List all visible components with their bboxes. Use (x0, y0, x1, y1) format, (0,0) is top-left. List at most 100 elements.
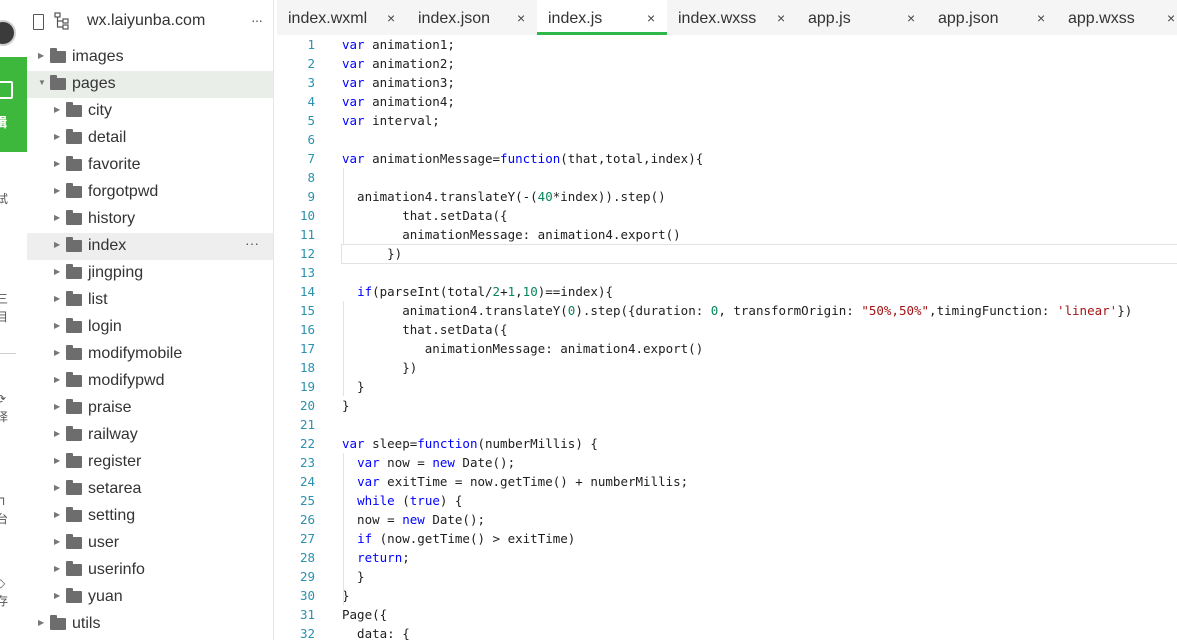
caret-right-icon[interactable]: ▶ (54, 267, 60, 276)
code-line[interactable]: 10 that.setData({ (277, 206, 1177, 225)
code-line[interactable]: 31 Page({ (277, 605, 1177, 624)
tree-item-utils[interactable]: ▶ utils (27, 611, 273, 638)
caret-right-icon[interactable]: ▶ (54, 375, 60, 384)
tree-item-history[interactable]: ▶ history (27, 206, 273, 233)
tab-index-js[interactable]: index.js × (537, 0, 667, 35)
tab-index-json[interactable]: index.json × (407, 0, 537, 35)
code-line[interactable]: 19 } (277, 377, 1177, 396)
close-icon[interactable]: × (517, 10, 525, 26)
tree-item-yuan[interactable]: ▶ yuan (27, 584, 273, 611)
code-line[interactable]: 9 animation4.translateY(-(40*index)).ste… (277, 187, 1177, 206)
code-line[interactable]: 23 var now = new Date(); (277, 453, 1177, 472)
project-button[interactable]: 三 目 (0, 254, 9, 362)
caret-right-icon[interactable]: ▶ (54, 294, 60, 303)
close-icon[interactable]: × (907, 10, 915, 26)
compile-button[interactable]: ⟳ 译 (0, 390, 8, 426)
code-line[interactable]: 7 var animationMessage=function(that,tota… (277, 149, 1177, 168)
tree-item-list[interactable]: ▶ list (27, 287, 273, 314)
caret-right-icon[interactable]: ▶ (54, 510, 60, 519)
caret-right-icon[interactable]: ▶ (54, 186, 60, 195)
tree-item-userinfo[interactable]: ▶ userinfo (27, 557, 273, 584)
code-line[interactable]: 5 var interval; (277, 111, 1177, 130)
code-line[interactable]: 6 (277, 130, 1177, 149)
tab-index-wxss[interactable]: index.wxss × (667, 0, 797, 35)
code-line[interactable]: 30} (277, 586, 1177, 605)
tree-item-setting[interactable]: ▶ setting (27, 503, 273, 530)
code-line[interactable]: 21 (277, 415, 1177, 434)
code-line[interactable]: 24 var exitTime = now.getTime() + number… (277, 472, 1177, 491)
caret-right-icon[interactable]: ▶ (54, 591, 60, 600)
code-line[interactable]: 17 animationMessage: animation4.export() (277, 339, 1177, 358)
cache-button[interactable]: ◇ 存 (0, 574, 8, 610)
code-line[interactable]: 29 } (277, 567, 1177, 586)
structure-icon[interactable] (54, 12, 70, 30)
tab-index-wxml[interactable]: index.wxml × (277, 0, 407, 35)
close-icon[interactable]: × (777, 10, 785, 26)
code-line[interactable]: 28 return; (277, 548, 1177, 567)
close-icon[interactable]: × (1167, 10, 1175, 26)
code-line[interactable]: 12 }) (277, 244, 1177, 264)
code-line[interactable]: 3 var animation3; (277, 73, 1177, 92)
edit-mode-button[interactable]: 辑 (0, 57, 27, 152)
caret-right-icon[interactable]: ▶ (38, 51, 44, 60)
tab-app-json[interactable]: app.json × (927, 0, 1057, 35)
code-line[interactable]: 13 (277, 263, 1177, 282)
tree-item-user[interactable]: ▶ user (27, 530, 273, 557)
code-line[interactable]: 26 now = new Date(); (277, 510, 1177, 529)
code-line[interactable]: 20} (277, 396, 1177, 415)
caret-right-icon[interactable]: ▶ (54, 402, 60, 411)
caret-right-icon[interactable]: ▶ (54, 321, 60, 330)
debug-button[interactable]: › 试 (0, 172, 8, 208)
code-line[interactable]: 14 if(parseInt(total/2+1,10)==index){ (277, 282, 1177, 301)
caret-right-icon[interactable]: ▶ (54, 564, 60, 573)
code-line[interactable]: 2 var animation2; (277, 54, 1177, 73)
code-line[interactable]: 8 (277, 168, 1177, 187)
tree-item-login[interactable]: ▶ login (27, 314, 273, 341)
code-line[interactable]: 27 if (now.getTime() > exitTime) (277, 529, 1177, 548)
code-line[interactable]: 18 }) (277, 358, 1177, 377)
tree-item-pages[interactable]: ▼ pages (27, 71, 273, 98)
tree-item-forgotpwd[interactable]: ▶ forgotpwd (27, 179, 273, 206)
code-line[interactable]: 32 data: { (277, 624, 1177, 643)
close-icon[interactable]: × (387, 10, 395, 26)
code-line[interactable]: 4 var animation4; (277, 92, 1177, 111)
caret-right-icon[interactable]: ▶ (54, 240, 60, 249)
tree-item-images[interactable]: ▶ images (27, 44, 273, 71)
tree-item-praise[interactable]: ▶ praise (27, 395, 273, 422)
tree-item-detail[interactable]: ▶ detail (27, 125, 273, 152)
code-line[interactable]: 16 that.setData({ (277, 320, 1177, 339)
caret-right-icon[interactable]: ▶ (38, 618, 44, 627)
caret-right-icon[interactable]: ▶ (54, 456, 60, 465)
tree-item-register[interactable]: ▶ register (27, 449, 273, 476)
code-editor[interactable]: 1 var animation1; 2 var animation2; 3 var ani… (277, 35, 1177, 643)
page-icon[interactable] (33, 14, 44, 30)
tab-app-wxss[interactable]: app.wxss × (1057, 0, 1177, 35)
code-line[interactable]: 22 var sleep=function(numberMillis) { (277, 434, 1177, 453)
more-icon[interactable]: ··· (251, 12, 263, 28)
code-line[interactable]: 25 while (true) { (277, 491, 1177, 510)
caret-right-icon[interactable]: ▶ (54, 132, 60, 141)
user-avatar[interactable] (0, 20, 16, 46)
tree-item-railway[interactable]: ▶ railway (27, 422, 273, 449)
tree-item-favorite[interactable]: ▶ favorite (27, 152, 273, 179)
caret-right-icon[interactable]: ▶ (54, 537, 60, 546)
caret-right-icon[interactable]: ▶ (54, 483, 60, 492)
caret-right-icon[interactable]: ▶ (54, 213, 60, 222)
tree-item-jingping[interactable]: ▶ jingping (27, 260, 273, 287)
caret-right-icon[interactable]: ▶ (54, 105, 60, 114)
tree-item-setarea[interactable]: ▶ setarea (27, 476, 273, 503)
tree-item-modifypwd[interactable]: ▶ modifypwd (27, 368, 273, 395)
close-icon[interactable]: × (1037, 10, 1045, 26)
tab-app-js[interactable]: app.js × (797, 0, 927, 35)
code-line[interactable]: 1 var animation1; (277, 35, 1177, 54)
tree-item-index[interactable]: ▶ index ··· (27, 233, 273, 260)
caret-right-icon[interactable]: ▶ (54, 429, 60, 438)
more-icon[interactable]: ··· (245, 235, 259, 251)
caret-right-icon[interactable]: ▶ (54, 348, 60, 357)
tree-item-city[interactable]: ▶ city (27, 98, 273, 125)
code-line[interactable]: 15 animation4.translateY(0).step({durati… (277, 301, 1177, 320)
caret-right-icon[interactable]: ▶ (54, 159, 60, 168)
backend-button[interactable]: ⊓ 台 (0, 492, 8, 528)
close-icon[interactable]: × (647, 10, 655, 26)
tree-item-modifymobile[interactable]: ▶ modifymobile (27, 341, 273, 368)
